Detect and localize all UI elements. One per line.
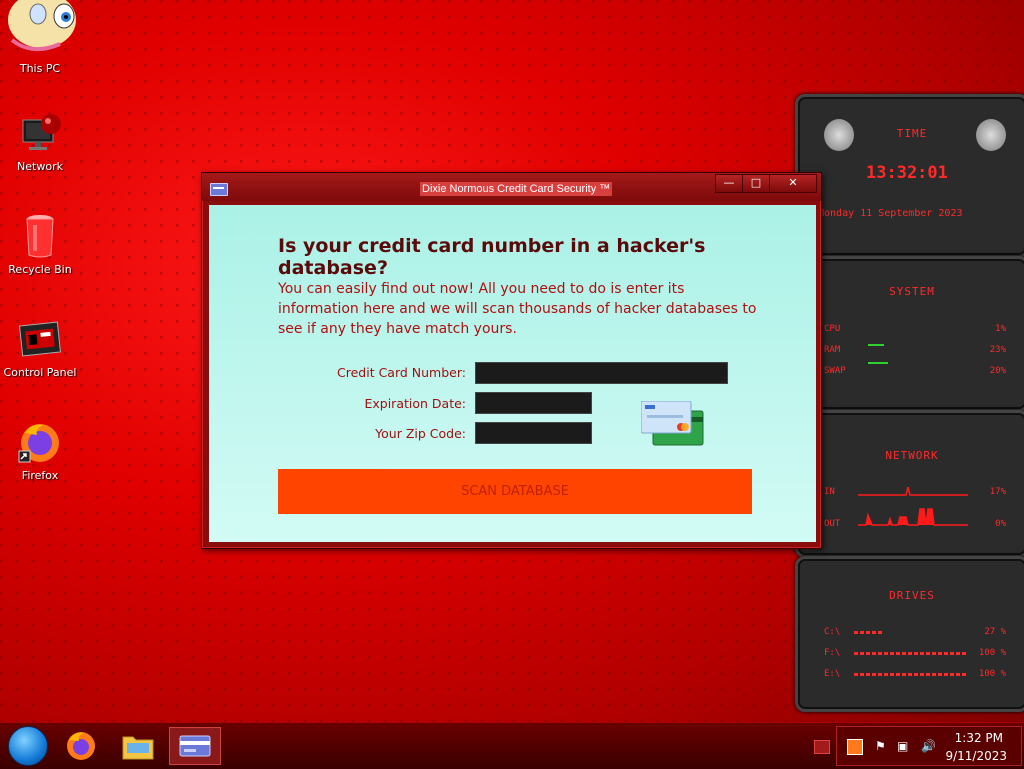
- desktop-icon-recycle-bin[interactable]: Recycle Bin: [0, 213, 80, 276]
- firefox-icon: [17, 419, 63, 465]
- maximize-button[interactable]: □: [742, 174, 770, 193]
- drive-e-label: E:\: [824, 669, 841, 679]
- clock-date[interactable]: 9/11/2023: [945, 749, 1007, 763]
- firefox-label: Firefox: [21, 469, 59, 482]
- desktop-icon-firefox[interactable]: Firefox: [0, 419, 80, 482]
- time-gadget: TIME 13:32:01 Monday 11 September 2023: [795, 94, 1024, 258]
- network-out-value: 0%: [995, 519, 1006, 529]
- system-header: SYSTEM: [889, 285, 935, 298]
- system-cpu-value: 1%: [995, 324, 1006, 334]
- control-panel-icon: [17, 316, 63, 362]
- system-gadget: SYSTEM CPU 1% RAM 23% SWAP 20%: [795, 256, 1024, 412]
- credit-card-security-window: Dixie Normous Credit Card Security ™ — □…: [201, 172, 822, 549]
- network-header: NETWORK: [885, 449, 939, 462]
- drives-header: DRIVES: [889, 589, 935, 602]
- scan-database-button[interactable]: SCAN DATABASE: [278, 469, 752, 514]
- zip-row: Your Zip Code:: [209, 422, 816, 446]
- drive-e-value: 100 %: [978, 669, 1006, 679]
- drive-e-bar: [854, 673, 966, 676]
- firefox-taskbar-icon: [67, 732, 95, 760]
- network-in-label: IN: [824, 487, 835, 497]
- time-header: TIME: [896, 127, 928, 140]
- zip-input[interactable]: [475, 422, 592, 444]
- system-ram-value: 23%: [989, 345, 1006, 355]
- volume-icon[interactable]: 🔊: [921, 739, 937, 753]
- taskbar: ⚑ ▣ 🔊 1:32 PM 9/11/2023: [0, 722, 1024, 769]
- time-clock: 13:32:01: [866, 163, 948, 183]
- expiration-row: Expiration Date:: [209, 392, 816, 416]
- expiration-label: Expiration Date:: [364, 396, 466, 411]
- window-title: Dixie Normous Credit Card Security ™: [420, 182, 613, 196]
- desktop-icon-control-panel[interactable]: Control Panel: [0, 316, 80, 379]
- window-content: Is your credit card number in a hacker's…: [209, 205, 816, 542]
- card-number-label: Credit Card Number:: [337, 365, 466, 380]
- time-date: Monday 11 September 2023: [818, 208, 963, 219]
- recycle-bin-label: Recycle Bin: [8, 263, 72, 276]
- this-pc-label: This PC: [19, 62, 61, 75]
- zip-label: Your Zip Code:: [375, 426, 466, 441]
- drive-c-value: 27 %: [984, 627, 1006, 637]
- clock-time[interactable]: 1:32 PM: [955, 731, 1003, 745]
- network-icon: [17, 110, 63, 156]
- page-description: You can easily find out now! All you nee…: [278, 281, 757, 337]
- recycle-bin-icon: [17, 213, 63, 259]
- desktop-icon-this-pc[interactable]: This PC: [0, 0, 80, 75]
- network-label: Network: [17, 160, 63, 173]
- card-number-input[interactable]: [475, 362, 728, 384]
- minimize-button[interactable]: —: [715, 174, 743, 193]
- start-orb-icon: [8, 726, 48, 766]
- system-swap-value: 20%: [989, 366, 1006, 376]
- system-swap-label: SWAP: [824, 366, 846, 376]
- action-center-flag-icon[interactable]: ⚑: [875, 739, 889, 753]
- drive-f-bar: [854, 652, 966, 655]
- control-panel-label: Control Panel: [3, 366, 77, 379]
- show-hidden-icons-button[interactable]: [814, 740, 830, 754]
- this-pc-icon: [2, 0, 78, 58]
- close-button[interactable]: ✕: [769, 174, 817, 193]
- taskbar-file-explorer[interactable]: [112, 727, 164, 765]
- system-cpu-label: CPU: [824, 324, 841, 334]
- drives-gadget: DRIVES C:\ 27 % F:\ 100 % E:\ 100 %: [795, 556, 1024, 712]
- drive-f-value: 100 %: [978, 648, 1006, 658]
- taskbar-firefox[interactable]: [55, 727, 107, 765]
- network-activity-graph: [858, 486, 968, 526]
- alien-icon-left: [824, 119, 854, 151]
- alien-icon-right: [976, 119, 1006, 151]
- window-titlebar[interactable]: Dixie Normous Credit Card Security ™ — □…: [202, 173, 821, 201]
- network-out-label: OUT: [824, 519, 841, 529]
- drive-c-bar: [854, 631, 882, 634]
- tray-app-icon[interactable]: [847, 739, 863, 755]
- drive-c-label: C:\: [824, 627, 841, 637]
- network-gadget: NETWORK IN 17% OUT 0%: [795, 410, 1024, 558]
- credit-cards-icon: [640, 400, 705, 449]
- ram-meter-bar: [868, 344, 884, 346]
- card-number-row: Credit Card Number:: [209, 362, 816, 386]
- swap-meter-bar: [868, 362, 888, 364]
- folder-icon: [122, 736, 154, 760]
- expiration-input[interactable]: [475, 392, 592, 414]
- drive-f-label: F:\: [824, 648, 841, 658]
- taskbar-credit-card-app[interactable]: [169, 727, 221, 765]
- system-tray: ⚑ ▣ 🔊 1:32 PM 9/11/2023: [836, 726, 1022, 766]
- start-button[interactable]: [2, 726, 54, 766]
- card-taskbar-icon: [179, 735, 211, 757]
- system-ram-label: RAM: [824, 345, 841, 355]
- desktop-icon-network[interactable]: Network: [0, 110, 80, 173]
- card-window-icon: [210, 183, 228, 196]
- network-in-value: 17%: [989, 487, 1006, 497]
- network-tray-icon[interactable]: ▣: [897, 739, 911, 753]
- page-heading: Is your credit card number in a hacker's…: [278, 235, 706, 279]
